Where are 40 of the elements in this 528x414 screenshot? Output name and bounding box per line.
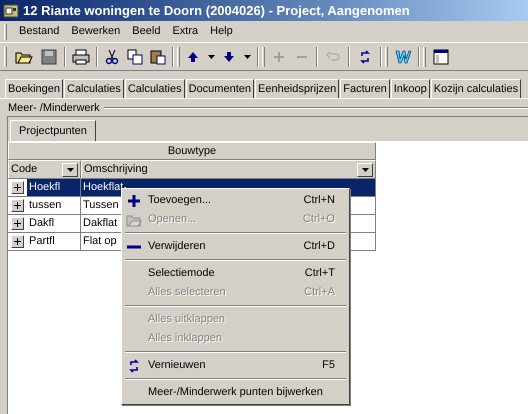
plus-icon: [14, 202, 21, 209]
window-title: 12 Riante woningen te Doorn (2004026) - Project, Aangenomen: [23, 2, 410, 20]
menu-item[interactable]: Bestand: [13, 22, 66, 40]
menu-item[interactable]: Vernieuwen F5: [122, 356, 349, 375]
minus-icon: [127, 244, 141, 248]
expand-button[interactable]: [11, 199, 24, 212]
column-header-label: Omschrijving: [84, 162, 148, 178]
column-group-header: Bouwtype: [8, 142, 376, 160]
tab[interactable]: Boekingen: [5, 79, 63, 98]
tab[interactable]: Inkoop: [390, 79, 430, 98]
plus-icon: [127, 194, 141, 208]
refresh-icon: [129, 358, 139, 372]
caret-icon: [66, 168, 74, 172]
tab[interactable]: Kozijn calculaties: [430, 79, 522, 98]
menu-item[interactable]: Meer-/Minderwerk punten bijwerken: [122, 383, 349, 402]
folder-icon: [126, 212, 142, 226]
menu-item[interactable]: Extra: [166, 22, 204, 40]
menu-item[interactable]: Beeld: [126, 22, 166, 40]
tab[interactable]: Documenten: [186, 79, 254, 98]
plus-icon: [14, 184, 21, 191]
dropdown-button[interactable]: [357, 162, 373, 176]
tab[interactable]: Eenheidsprijzen: [255, 79, 340, 98]
expand-button[interactable]: [11, 217, 24, 230]
group-title: Meer- /Minderwerk: [7, 100, 101, 116]
expand-button[interactable]: [11, 235, 24, 248]
plus-icon: [14, 220, 21, 227]
column-header-label: Code: [11, 162, 38, 178]
tab[interactable]: Calculaties: [64, 79, 124, 98]
plus-icon: [14, 238, 21, 245]
menu-item[interactable]: Bewerken: [65, 22, 126, 40]
tab[interactable]: Projectpunten: [10, 120, 96, 141]
tab[interactable]: Calculaties: [124, 79, 185, 98]
dropdown-button[interactable]: [62, 162, 78, 176]
caret-icon: [362, 168, 368, 172]
tab[interactable]: Facturen: [340, 79, 390, 98]
table-cell: Hoekfl: [27, 179, 80, 196]
app-icon: [3, 2, 19, 18]
menu-item[interactable]: Help: [204, 22, 239, 40]
expand-button[interactable]: [11, 181, 24, 194]
menu-item[interactable]: Selectiemode Ctrl+T: [122, 264, 349, 283]
